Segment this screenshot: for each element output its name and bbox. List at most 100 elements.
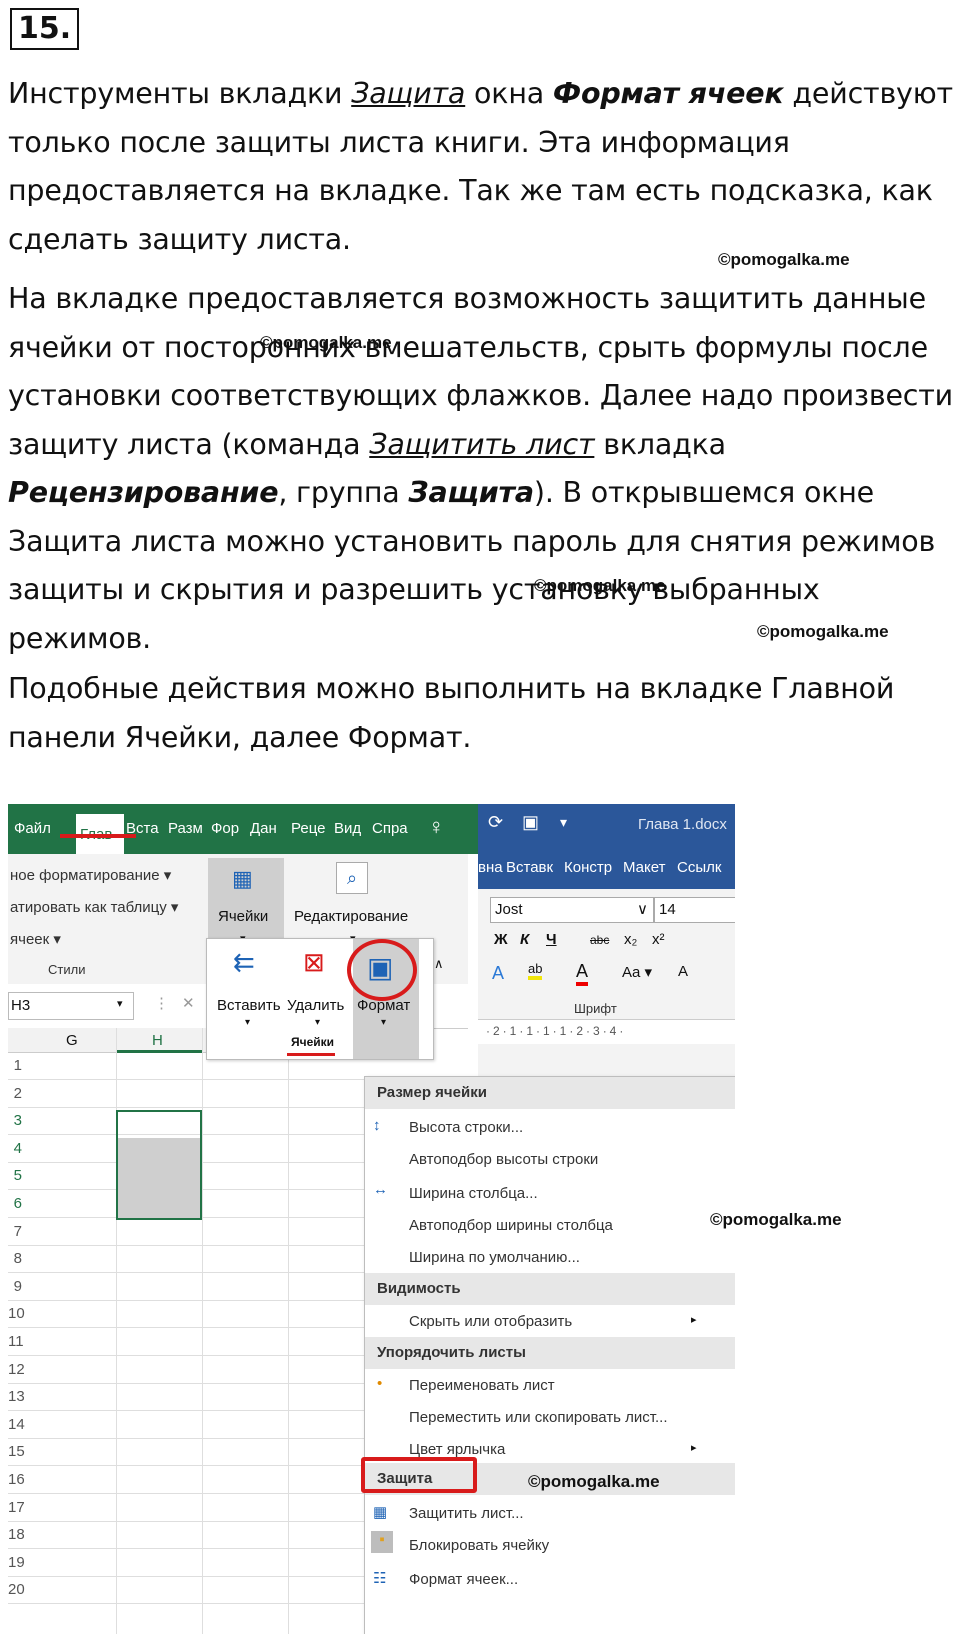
menu-default-width[interactable]: Ширина по умолчанию... bbox=[409, 1249, 580, 1266]
delete-dropdown-icon: ▾ bbox=[315, 1017, 321, 1028]
row-number[interactable]: 4 bbox=[8, 1140, 22, 1157]
menu-row-height[interactable]: Высота строки... bbox=[409, 1119, 523, 1136]
row-number[interactable]: 12 bbox=[8, 1361, 25, 1378]
table-row[interactable]: 2 bbox=[8, 1080, 364, 1108]
row-number[interactable]: 19 bbox=[8, 1554, 25, 1571]
name-box-dropdown-icon[interactable]: ▾ bbox=[117, 997, 123, 1010]
menu-protect-sheet[interactable]: Защитить лист... bbox=[409, 1505, 524, 1522]
cells-group-label: Ячейки bbox=[291, 1035, 335, 1049]
row-number[interactable]: 13 bbox=[8, 1388, 25, 1405]
menu-move-copy[interactable]: Переместить или скопировать лист... bbox=[409, 1409, 668, 1426]
highlight-icon[interactable]: ab bbox=[528, 961, 543, 980]
format-as-table-button[interactable]: атировать как таблицу ▾ bbox=[10, 898, 178, 916]
table-row[interactable]: 11 bbox=[8, 1328, 364, 1356]
font-dropdown-icon[interactable]: ∨ bbox=[637, 900, 648, 918]
format-button[interactable]: ▣ Формат ▾ bbox=[347, 939, 419, 1059]
format-cells-icon: ▣ bbox=[367, 952, 394, 983]
menu-autofit-column[interactable]: Автоподбор ширины столбца bbox=[409, 1217, 613, 1234]
table-row[interactable]: 16 bbox=[8, 1466, 364, 1494]
row-number[interactable]: 11 bbox=[8, 1333, 24, 1350]
collapse-ribbon-icon[interactable]: ∧ bbox=[434, 956, 444, 972]
subscript-icon[interactable]: x₂ bbox=[624, 931, 637, 948]
cancel-formula-icon[interactable]: ✕ bbox=[182, 994, 195, 1012]
clear-format-icon[interactable]: A bbox=[678, 963, 688, 980]
word-tab-refs[interactable]: Ссылк bbox=[677, 859, 721, 876]
word-tab-layout[interactable]: Макет bbox=[623, 859, 665, 876]
tab-formulas[interactable]: Фор bbox=[211, 820, 243, 837]
p2-bold-a: Рецензирование bbox=[8, 476, 279, 509]
insert-button[interactable]: ⇇ Вставить ▾ bbox=[215, 947, 281, 1028]
underline-icon[interactable]: Ч bbox=[546, 931, 557, 948]
menu-lock-cell[interactable]: Блокировать ячейку bbox=[409, 1537, 549, 1554]
table-row[interactable]: 9 bbox=[8, 1273, 364, 1301]
word-tab-0[interactable]: вна bbox=[478, 859, 503, 876]
font-group-label: Шрифт bbox=[574, 1001, 617, 1016]
p1-text-b: окна bbox=[465, 77, 553, 110]
tab-view[interactable]: Вид bbox=[334, 820, 366, 837]
italic-icon[interactable]: К bbox=[520, 931, 529, 948]
tab-page-layout[interactable]: Разм bbox=[168, 820, 206, 837]
name-box[interactable]: H3 ▾ bbox=[8, 992, 134, 1020]
row-number[interactable]: 10 bbox=[8, 1305, 25, 1322]
word-title: Глава 1.docx bbox=[638, 816, 727, 833]
row-number[interactable]: 20 bbox=[8, 1581, 25, 1598]
table-row[interactable]: 8 bbox=[8, 1245, 364, 1274]
menu-hide-unhide[interactable]: Скрыть или отобразить bbox=[409, 1313, 572, 1330]
table-row[interactable]: 19 bbox=[8, 1549, 364, 1577]
tab-data[interactable]: Дан bbox=[250, 820, 282, 837]
row-number[interactable]: 7 bbox=[8, 1223, 22, 1240]
lightbulb-icon[interactable]: ♀ bbox=[428, 814, 445, 840]
row-number[interactable]: 14 bbox=[8, 1416, 25, 1433]
selected-range[interactable] bbox=[116, 1110, 202, 1220]
qat-dropdown-icon[interactable]: ▾ bbox=[560, 814, 567, 831]
font-color-icon[interactable]: A bbox=[576, 961, 589, 986]
table-row[interactable]: 18 bbox=[8, 1521, 364, 1550]
table-row[interactable]: 20 bbox=[8, 1576, 364, 1605]
row-number[interactable]: 2 bbox=[8, 1085, 22, 1102]
tab-file[interactable]: Файл bbox=[14, 820, 51, 837]
col-h-header[interactable]: H bbox=[152, 1032, 163, 1049]
word-tab-insert[interactable]: Вставк bbox=[506, 859, 553, 876]
p2-text-b: вкладка bbox=[594, 427, 726, 461]
row-number[interactable]: 5 bbox=[8, 1167, 22, 1184]
menu-format-cells[interactable]: Формат ячеек... bbox=[409, 1571, 518, 1588]
text-effects-icon[interactable]: A bbox=[492, 963, 504, 984]
strikethrough-icon[interactable]: abc bbox=[590, 933, 609, 947]
row-number[interactable]: 6 bbox=[8, 1195, 22, 1212]
table-row[interactable]: 14 bbox=[8, 1411, 364, 1439]
font-size-box[interactable]: 14 bbox=[654, 897, 735, 923]
format-label: Формат bbox=[357, 997, 411, 1014]
table-row[interactable]: 10 bbox=[8, 1300, 364, 1329]
save-icon[interactable]: ▣ bbox=[522, 812, 539, 833]
table-row[interactable]: 12 bbox=[8, 1356, 364, 1384]
menu-autofit-row[interactable]: Автоподбор высоты строки bbox=[409, 1151, 598, 1168]
table-row[interactable]: 15 bbox=[8, 1438, 364, 1467]
tab-help[interactable]: Спра bbox=[372, 820, 410, 837]
menu-column-width[interactable]: Ширина столбца... bbox=[409, 1185, 538, 1202]
row-number[interactable]: 9 bbox=[8, 1278, 22, 1295]
font-name-box[interactable]: Jost ∨ bbox=[490, 897, 654, 923]
paragraph-1: Инструменты вкладки Защита окна Формат я… bbox=[8, 70, 953, 264]
table-row[interactable]: 13 bbox=[8, 1383, 364, 1412]
conditional-format-button[interactable]: ное форматирование ▾ bbox=[10, 866, 171, 884]
col-g-header[interactable]: G bbox=[66, 1032, 78, 1049]
menu-rename-sheet[interactable]: Переименовать лист bbox=[409, 1377, 555, 1394]
row-number[interactable]: 16 bbox=[8, 1471, 25, 1488]
tab-review[interactable]: Реце bbox=[291, 820, 327, 837]
row-number[interactable]: 3 bbox=[8, 1112, 22, 1129]
row-number[interactable]: 15 bbox=[8, 1443, 25, 1460]
menu-tab-color[interactable]: Цвет ярлычка bbox=[409, 1441, 505, 1458]
row-number[interactable]: 18 bbox=[8, 1526, 25, 1543]
selected-range-fill bbox=[118, 1138, 200, 1218]
bold-icon[interactable]: Ж bbox=[494, 931, 508, 948]
table-row[interactable]: 17 bbox=[8, 1494, 364, 1522]
table-row[interactable]: 7 bbox=[8, 1218, 364, 1246]
superscript-icon[interactable]: x² bbox=[652, 931, 665, 948]
word-tab-design[interactable]: Констр bbox=[564, 859, 612, 876]
row-number[interactable]: 1 bbox=[8, 1057, 22, 1074]
row-number[interactable]: 8 bbox=[8, 1250, 22, 1267]
delete-button[interactable]: ⊠ Удалить ▾ bbox=[287, 947, 353, 1028]
change-case-icon[interactable]: Aa ▾ bbox=[622, 963, 652, 981]
row-number[interactable]: 17 bbox=[8, 1499, 25, 1516]
cell-styles-button[interactable]: ячеек ▾ bbox=[10, 930, 61, 948]
